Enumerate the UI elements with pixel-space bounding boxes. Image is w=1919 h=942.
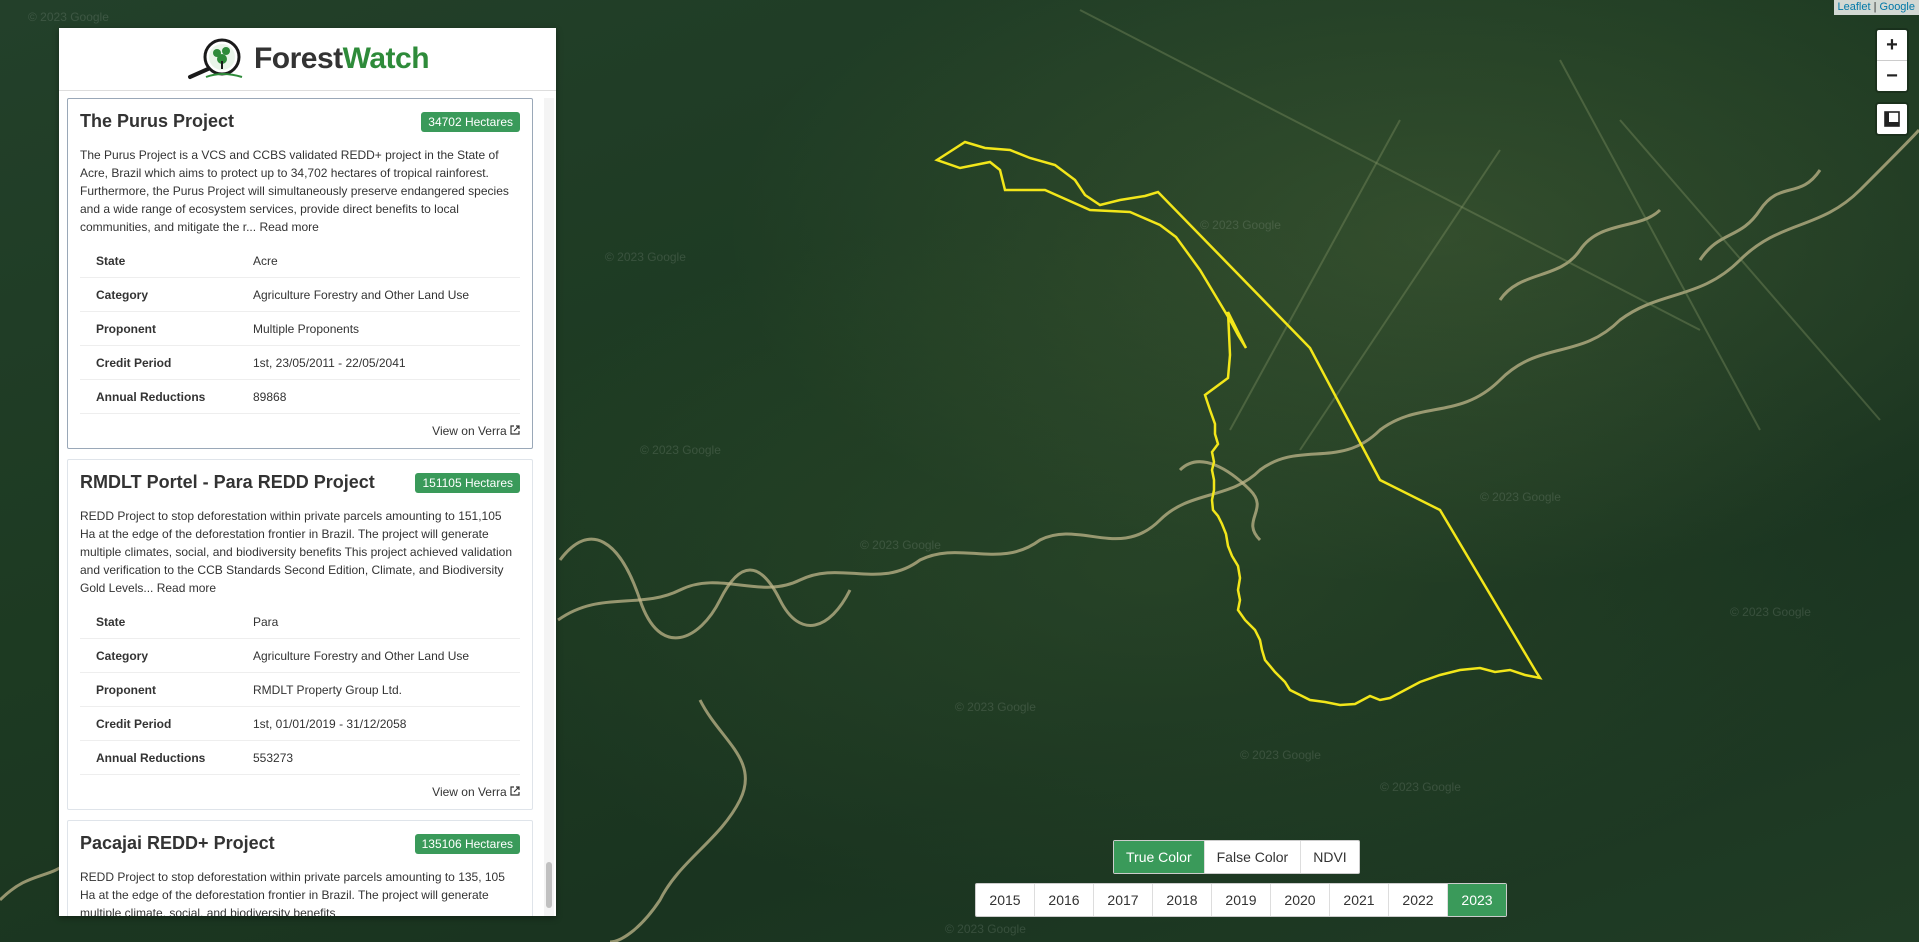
year-button-2020[interactable]: 2020	[1271, 884, 1330, 916]
table-row: Annual Reductions 553273	[80, 740, 520, 775]
project-card[interactable]: RMDLT Portel - Para REDD Project 151105 …	[67, 459, 533, 810]
logo-text: ForestWatch	[253, 42, 430, 76]
project-title: RMDLT Portel - Para REDD Project	[80, 472, 375, 492]
project-info-table: State Acre Category Agriculture Forestry a…	[80, 244, 520, 414]
project-list[interactable]: The Purus Project 34702 Hectares The Pur…	[67, 98, 533, 916]
zoom-control: + −	[1875, 28, 1909, 93]
verra-link-label: View on Verra	[432, 785, 507, 799]
table-row: State Acre	[80, 244, 520, 278]
project-info-table: State Para Category Agriculture Forestry a…	[80, 605, 520, 775]
ndvi-button[interactable]: NDVI	[1301, 841, 1358, 873]
year-button-2021[interactable]: 2021	[1330, 884, 1389, 916]
panel-scrollbar[interactable]	[544, 98, 554, 916]
project-panel: ForestWatch The Purus Project 34702 Hect…	[59, 28, 556, 916]
row-value: Para	[237, 605, 520, 639]
view-on-verra-link[interactable]: View on Verra	[80, 424, 520, 438]
zoom-out-button[interactable]: −	[1877, 60, 1907, 91]
year-button-2022[interactable]: 2022	[1389, 884, 1448, 916]
table-row: State Para	[80, 605, 520, 639]
table-row: Category Agriculture Forestry and Other L…	[80, 638, 520, 673]
row-label: Credit Period	[80, 706, 237, 741]
table-row: Annual Reductions 89868	[80, 379, 520, 414]
hectares-badge: 135106 Hectares	[414, 833, 520, 854]
year-button-2016[interactable]: 2016	[1035, 884, 1094, 916]
row-value: 89868	[237, 379, 520, 414]
row-label: Annual Reductions	[80, 740, 237, 775]
row-value: Acre	[237, 244, 520, 278]
row-label: State	[80, 605, 237, 639]
project-card[interactable]: Pacajai REDD+ Project 135106 Hectares RE…	[67, 820, 533, 916]
row-value: Agriculture Forestry and Other Land Use	[237, 277, 520, 312]
row-value: 553273	[237, 740, 520, 775]
read-more-link[interactable]: Read more	[259, 220, 318, 234]
row-label: Category	[80, 638, 237, 673]
row-value: Multiple Proponents	[237, 311, 520, 346]
zoom-in-button[interactable]: +	[1877, 30, 1907, 60]
table-row: Credit Period 1st, 23/05/2011 - 22/05/204…	[80, 345, 520, 380]
row-label: Proponent	[80, 672, 237, 707]
row-label: Annual Reductions	[80, 379, 237, 414]
map-attribution: Leaflet | Google	[1833, 0, 1919, 15]
row-value: Agriculture Forestry and Other Land Use	[237, 638, 520, 673]
row-value: RMDLT Property Group Ltd.	[237, 672, 520, 707]
layers-icon	[1884, 111, 1900, 127]
row-value: 1st, 01/01/2019 - 31/12/2058	[237, 706, 520, 741]
row-value: 1st, 23/05/2011 - 22/05/2041	[237, 345, 520, 380]
row-label: Proponent	[80, 311, 237, 346]
project-title: The Purus Project	[80, 111, 235, 131]
year-selector: 2015 2016 2017 2018 2019 2020 2021 2022 …	[975, 883, 1507, 917]
year-button-2015[interactable]: 2015	[976, 884, 1035, 916]
project-description: REDD Project to stop deforestation withi…	[80, 868, 520, 916]
view-on-verra-link[interactable]: View on Verra	[80, 785, 520, 799]
external-link-icon	[510, 425, 520, 435]
hectares-badge: 151105 Hectares	[415, 472, 520, 493]
year-button-2017[interactable]: 2017	[1094, 884, 1153, 916]
external-link-icon	[510, 786, 520, 796]
leaflet-link[interactable]: Leaflet	[1838, 1, 1871, 13]
project-description-text: REDD Project to stop deforestation withi…	[80, 870, 505, 916]
year-button-2019[interactable]: 2019	[1212, 884, 1271, 916]
read-more-link[interactable]: Read more	[157, 581, 216, 595]
project-description-text: REDD Project to stop deforestation withi…	[80, 509, 512, 595]
table-row: Proponent RMDLT Property Group Ltd.	[80, 672, 520, 707]
layers-button[interactable]	[1875, 102, 1909, 136]
attribution-separator: |	[1873, 1, 1877, 13]
hectares-badge: 34702 Hectares	[421, 111, 520, 132]
year-button-2018[interactable]: 2018	[1153, 884, 1212, 916]
forestwatch-logo-icon	[187, 38, 243, 79]
scrollbar-thumb[interactable]	[546, 862, 552, 908]
logo-part-watch: Watch	[342, 42, 430, 75]
project-description: REDD Project to stop deforestation withi…	[80, 507, 520, 597]
row-label: Category	[80, 277, 237, 312]
table-row: Credit Period 1st, 01/01/2019 - 31/12/205…	[80, 706, 520, 741]
row-label: Credit Period	[80, 345, 237, 380]
clearing-lines	[1079, 9, 1881, 451]
project-description: The Purus Project is a VCS and CCBS vali…	[80, 146, 520, 236]
logo-part-forest: Forest	[253, 42, 343, 75]
project-card[interactable]: The Purus Project 34702 Hectares The Pur…	[67, 98, 533, 449]
color-mode-toggle: True Color False Color NDVI	[1113, 840, 1360, 874]
table-row: Proponent Multiple Proponents	[80, 311, 520, 346]
false-color-button[interactable]: False Color	[1205, 841, 1302, 873]
row-label: State	[80, 244, 237, 278]
true-color-button[interactable]: True Color	[1114, 841, 1205, 873]
verra-link-label: View on Verra	[432, 424, 507, 438]
google-link[interactable]: Google	[1880, 1, 1915, 13]
project-title: Pacajai REDD+ Project	[80, 833, 275, 853]
table-row: Category Agriculture Forestry and Other L…	[80, 277, 520, 312]
year-button-2023[interactable]: 2023	[1448, 884, 1506, 916]
panel-header: ForestWatch	[59, 28, 556, 91]
